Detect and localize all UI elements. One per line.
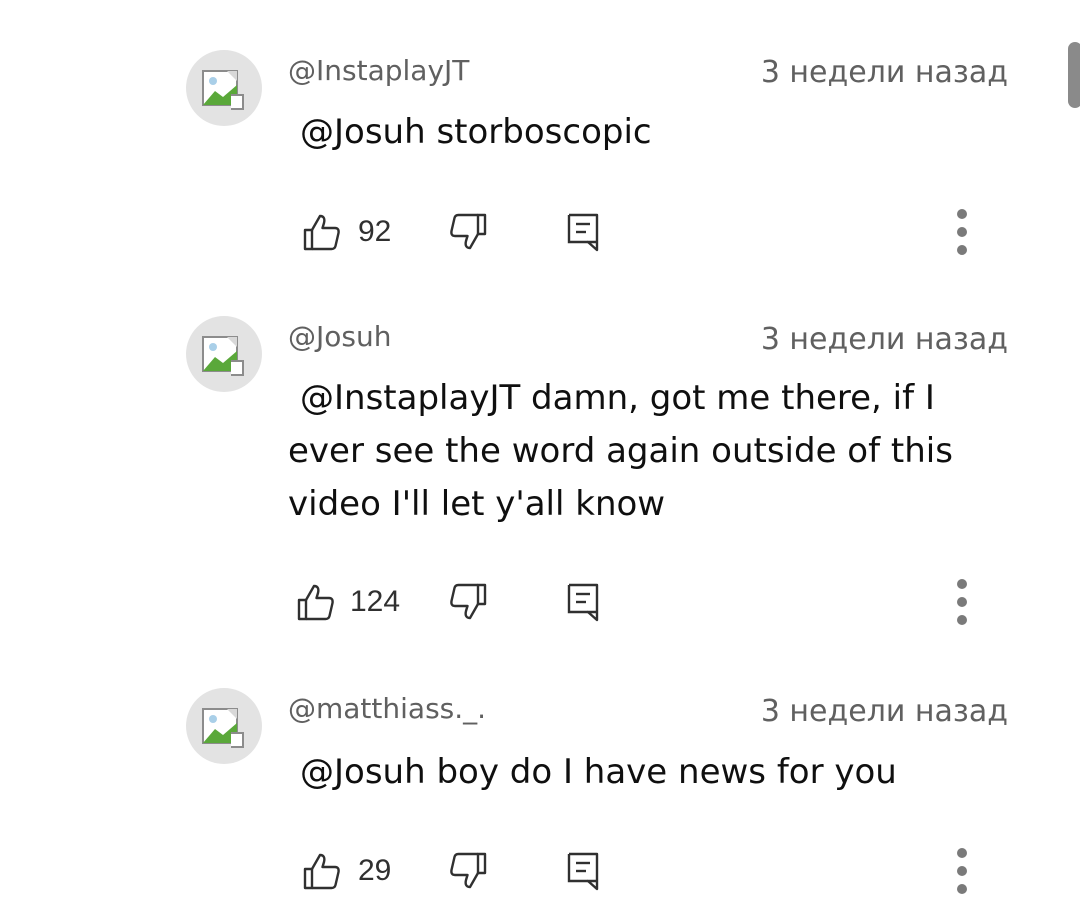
comment-text: @Josuh storboscopic xyxy=(288,106,1018,159)
like-count: 29 xyxy=(358,854,392,887)
more-vert-icon[interactable] xyxy=(950,576,974,628)
comment-timestamp: 3 недели назад xyxy=(760,322,1008,357)
like-count: 92 xyxy=(358,215,392,248)
broken-image-icon xyxy=(202,70,244,110)
comment-author[interactable]: @matthiass._. xyxy=(288,692,486,726)
more-vert-icon[interactable] xyxy=(950,845,974,897)
comment-text-content: @InstaplayJT damn, got me there, if I ev… xyxy=(288,378,953,524)
reply-icon[interactable] xyxy=(566,851,600,891)
thumbs-up-icon[interactable] xyxy=(302,212,342,252)
comment-text: @InstaplayJT damn, got me there, if I ev… xyxy=(288,372,1008,531)
broken-image-icon xyxy=(202,336,244,376)
comment-actions: 124 xyxy=(0,576,1080,626)
comment-actions: 92 xyxy=(0,206,1080,256)
thumbs-down-icon[interactable] xyxy=(448,582,488,622)
comment-actions: 29 xyxy=(0,845,1080,895)
thumbs-down-icon[interactable] xyxy=(448,212,488,252)
comment-text-content: @Josuh storboscopic xyxy=(300,112,652,152)
reply-icon[interactable] xyxy=(566,212,600,252)
more-vert-icon[interactable] xyxy=(950,206,974,258)
comment-author[interactable]: @Josuh xyxy=(288,320,391,354)
thumbs-up-icon[interactable] xyxy=(302,851,342,891)
comment-timestamp: 3 недели назад xyxy=(760,55,1008,90)
avatar[interactable] xyxy=(186,50,262,126)
avatar[interactable] xyxy=(186,688,262,764)
reply-icon[interactable] xyxy=(566,582,600,622)
comment-text: @Josuh boy do I have news for you xyxy=(288,746,1018,799)
scrollbar[interactable] xyxy=(1068,42,1080,108)
comment-timestamp: 3 недели назад xyxy=(760,694,1008,729)
comment-author[interactable]: @InstaplayJT xyxy=(288,54,469,88)
thumbs-down-icon[interactable] xyxy=(448,851,488,891)
comment-text-content: @Josuh boy do I have news for you xyxy=(300,752,897,792)
thumbs-up-icon[interactable] xyxy=(296,582,336,622)
broken-image-icon xyxy=(202,708,244,748)
like-count: 124 xyxy=(350,585,401,618)
avatar[interactable] xyxy=(186,316,262,392)
